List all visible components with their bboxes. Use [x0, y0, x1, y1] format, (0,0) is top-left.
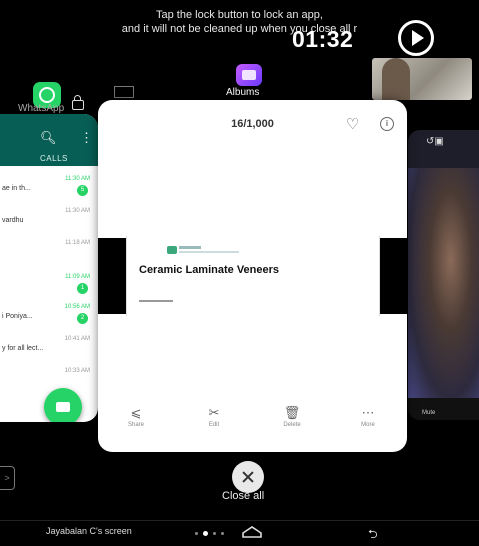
more-icon: ⋯ — [361, 405, 375, 420]
whatsapp-header: 🔍︎ ⋮ CALLS — [0, 114, 98, 166]
chat-row: 10:33 AM — [0, 368, 98, 396]
more-vertical-icon: ⋮ — [80, 130, 93, 145]
lock-hint-line-1: Tap the lock button to lock an app, — [156, 9, 323, 21]
more-action: ⋯ More — [338, 405, 398, 429]
chevron-right-icon[interactable]: > — [0, 466, 15, 490]
edit-icon: ✂ — [208, 405, 220, 420]
chat-row: 11:09 AM 1 — [0, 274, 98, 302]
albums-app-icon[interactable] — [236, 64, 262, 86]
page-dot — [213, 532, 216, 535]
albums-app-label: Albums — [226, 87, 260, 98]
chat-preview: y for all lect... — [2, 345, 44, 352]
unread-badge: 5 — [77, 185, 88, 196]
mute-label: Mute — [422, 410, 436, 416]
photo-counter: 16/1,000 — [231, 118, 274, 130]
lock-icon[interactable] — [72, 95, 84, 110]
screen-share-label: Jayabalan C's screen — [46, 526, 132, 536]
albums-recent-card[interactable]: 16/1,000 ♡ i Ceramic Laminate Veneers ⩽ … — [98, 100, 407, 452]
share-icon: ⩽ — [130, 405, 142, 420]
chat-time: 11:09 AM — [65, 274, 90, 280]
close-all-label: Close all — [222, 490, 265, 502]
back-icon[interactable]: ⮌ — [368, 525, 378, 546]
split-screen-icon[interactable] — [114, 86, 134, 98]
video-call-controls — [408, 398, 479, 420]
chat-row: 11:18 AM — [0, 240, 98, 268]
info-icon: i — [380, 117, 394, 131]
document-title: Ceramic Laminate Veneers — [139, 264, 280, 276]
close-all-button[interactable] — [232, 461, 264, 493]
document-logo-subtext — [179, 251, 239, 253]
video-call-recent-card[interactable]: ↺▣ Mute — [408, 130, 479, 420]
chat-time: 11:30 AM — [65, 208, 90, 214]
page-dot-active — [203, 531, 208, 536]
document-subtitle-line — [139, 300, 173, 302]
document-preview: Ceramic Laminate Veneers — [126, 236, 380, 316]
chat-row: 11:30 AM vardhu — [0, 208, 98, 236]
photo-actions-bar: ⩽ Share ✂ Edit 🗑︎ Delete ⋯ More — [98, 406, 407, 446]
search-icon: 🔍︎ — [40, 130, 57, 145]
chat-row: 10:41 AM y for all lect... — [0, 336, 98, 364]
edit-action: ✂ Edit — [184, 405, 244, 429]
new-chat-button — [44, 388, 82, 422]
edit-label: Edit — [208, 422, 220, 428]
home-icon[interactable] — [240, 524, 264, 540]
delete-action: 🗑︎ Delete — [262, 405, 322, 429]
chat-preview: i Poniya... — [2, 313, 33, 320]
page-dot — [221, 532, 224, 535]
chat-row: 11:30 AM ae in th... 5 — [0, 176, 98, 204]
tab-calls: CALLS — [40, 154, 68, 163]
chat-row: 10:56 AM i Poniya... 2 — [0, 304, 98, 332]
whatsapp-app-label: WhatsApp — [18, 103, 65, 114]
chat-time: 10:33 AM — [64, 368, 90, 374]
chat-preview: ae in th... — [2, 185, 31, 192]
delete-icon: 🗑︎ — [283, 405, 301, 420]
page-dot — [195, 532, 198, 535]
chat-time: 11:18 AM — [65, 240, 90, 246]
unread-badge: 2 — [77, 313, 88, 324]
camera-switch-icon: ↺▣ — [426, 136, 444, 147]
document-logo-text — [179, 246, 201, 249]
recording-timer: 01:32 — [292, 26, 354, 52]
share-action: ⩽ Share — [106, 405, 166, 429]
whatsapp-recent-card[interactable]: 🔍︎ ⋮ CALLS 11:30 AM ae in th... 5 11:30 … — [0, 114, 98, 422]
chat-preview: vardhu — [2, 217, 24, 224]
heart-icon: ♡ — [346, 116, 360, 133]
share-label: Share — [127, 422, 144, 428]
chat-time: 10:56 AM — [64, 304, 90, 310]
video-thumbnail-person — [382, 58, 410, 100]
unread-badge: 1 — [77, 283, 88, 294]
play-icon[interactable] — [398, 20, 434, 56]
more-label: More — [361, 422, 375, 428]
chat-time: 10:41 AM — [64, 336, 90, 342]
chat-time: 11:30 AM — [65, 176, 90, 182]
document-logo-icon — [167, 246, 177, 254]
delete-label: Delete — [283, 422, 301, 428]
video-call-frame — [408, 168, 479, 398]
